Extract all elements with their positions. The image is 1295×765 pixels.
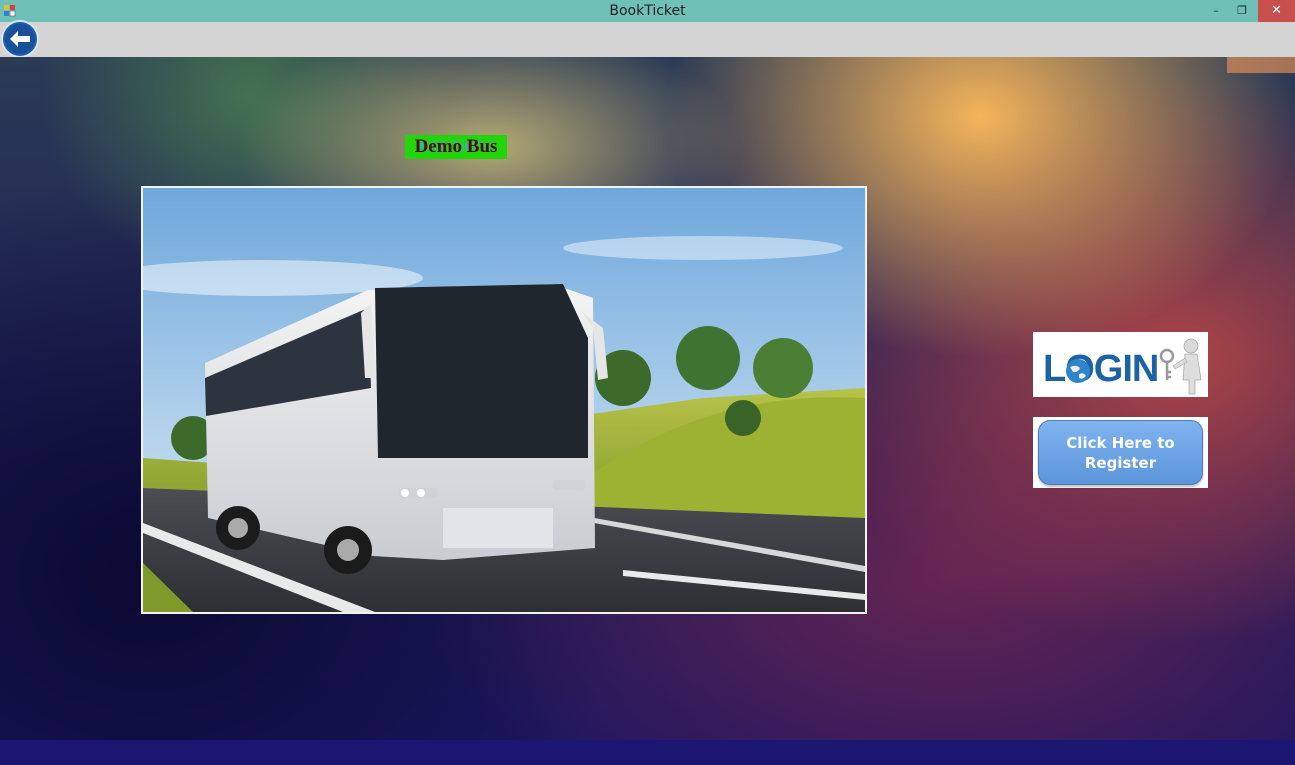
register-label: Click Here to Register [1038, 420, 1203, 485]
back-arrow-icon[interactable] [1, 20, 39, 58]
login-button[interactable]: LOGIN [1033, 332, 1208, 397]
bus-title-overlay: PAY NOW Demo Bus [405, 135, 507, 159]
window-title: BookTicket [609, 3, 686, 19]
corner-patch [1227, 57, 1295, 73]
bottom-bar [0, 740, 1295, 765]
globe-icon [1066, 359, 1090, 383]
bus-photo-icon [143, 188, 865, 612]
key-figure-icon [1159, 338, 1202, 395]
main-panel: PAY NOW Demo Bus LOGIN Click Here to Reg… [0, 57, 1295, 740]
close-button[interactable]: ✕ [1258, 0, 1295, 22]
maximize-button[interactable]: ❐ [1230, 0, 1254, 22]
toolbar [0, 22, 1295, 57]
bus-photo [141, 186, 867, 614]
bus-name-label: Demo Bus [414, 136, 498, 157]
login-label: LOGIN [1043, 348, 1159, 390]
minimize-button[interactable]: – [1204, 0, 1228, 22]
register-button[interactable]: Click Here to Register [1033, 417, 1208, 488]
title-bar: BookTicket – ❐ ✕ [0, 0, 1295, 22]
